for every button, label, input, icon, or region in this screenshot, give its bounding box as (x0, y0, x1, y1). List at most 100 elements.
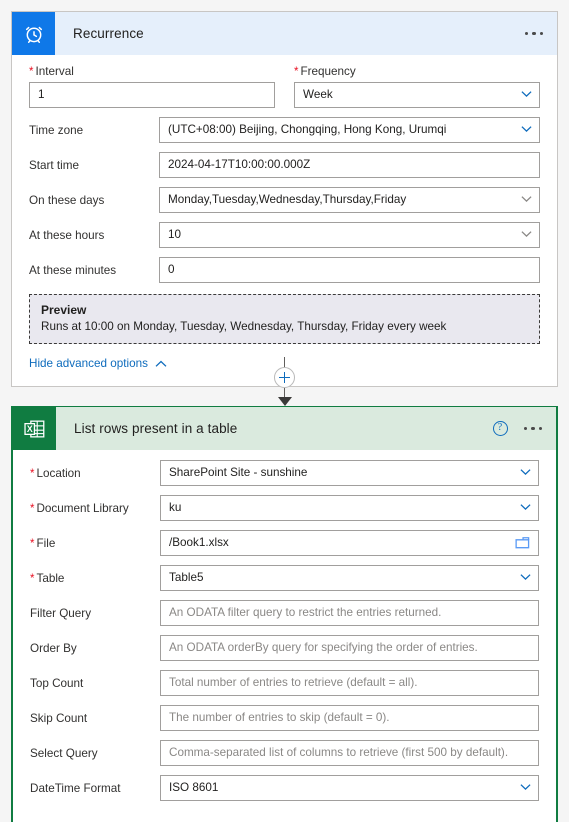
at-these-hours-dropdown[interactable]: 10 (159, 222, 540, 248)
on-these-days-dropdown[interactable]: Monday,Tuesday,Wednesday,Thursday,Friday (159, 187, 540, 213)
order-by-row: Order By An ODATA orderBy query for spec… (30, 635, 539, 661)
chevron-down-icon[interactable] (520, 468, 531, 477)
recurrence-card-title: Recurrence (73, 26, 144, 41)
select-query-input[interactable]: Comma-separated list of columns to retri… (160, 740, 539, 766)
recurrence-preview-box: Preview Runs at 10:00 on Monday, Tuesday… (29, 294, 540, 344)
help-circle-icon[interactable]: ? (492, 421, 508, 436)
table-label: * Table (30, 571, 65, 585)
interval-label: * Interval (29, 65, 74, 78)
interval-value: 1 (38, 88, 45, 101)
interval-field-group: * Interval 1 (29, 65, 275, 108)
plus-icon[interactable] (274, 367, 295, 388)
ellipsis-icon[interactable] (524, 31, 543, 36)
on-these-days-row: On these days Monday,Tuesday,Wednesday,T… (29, 187, 540, 213)
chevron-down-icon[interactable] (521, 195, 532, 204)
preview-title: Preview (41, 303, 87, 317)
time-zone-dropdown[interactable]: (UTC+08:00) Beijing, Chongqing, Hong Kon… (159, 117, 540, 143)
chevron-down-icon[interactable] (520, 783, 531, 792)
connector-line-top (284, 357, 285, 367)
at-these-hours-value: 10 (168, 228, 182, 241)
at-these-hours-row: At these hours 10 (29, 222, 540, 248)
filter-query-input[interactable]: An ODATA filter query to restrict the en… (160, 600, 539, 626)
order-by-input[interactable]: An ODATA orderBy query for specifying th… (160, 635, 539, 661)
at-these-minutes-input[interactable]: 0 (159, 257, 540, 283)
excel-icon: X (13, 407, 56, 450)
filter-query-placeholder: An ODATA filter query to restrict the en… (169, 606, 442, 619)
location-label: * Location (30, 466, 81, 480)
required-asterisk: * (30, 467, 35, 480)
start-time-label: Start time (29, 158, 80, 172)
table-row: * Table Table5 (30, 565, 539, 591)
start-time-value: 2024-04-17T10:00:00.000Z (168, 158, 311, 171)
chevron-down-icon[interactable] (521, 90, 532, 99)
frequency-dropdown[interactable]: Week (294, 82, 540, 108)
order-by-label: Order By (30, 641, 77, 655)
select-query-label: Select Query (30, 746, 98, 760)
required-asterisk: * (30, 572, 35, 585)
location-dropdown[interactable]: SharePoint Site - sunshine (160, 460, 539, 486)
file-row: * File /Book1.xlsx (30, 530, 539, 556)
frequency-label: * Frequency (294, 65, 356, 78)
on-these-days-label: On these days (29, 193, 105, 207)
file-label: * File (30, 536, 56, 550)
chevron-down-icon[interactable] (520, 573, 531, 582)
time-zone-row: Time zone (UTC+08:00) Beijing, Chongqing… (29, 117, 540, 143)
top-count-input[interactable]: Total number of entries to retrieve (def… (160, 670, 539, 696)
datetime-format-label: DateTime Format (30, 781, 121, 795)
required-asterisk: * (30, 537, 35, 550)
table-dropdown[interactable]: Table5 (160, 565, 539, 591)
chevron-down-icon[interactable] (520, 503, 531, 512)
frequency-value: Week (303, 88, 333, 101)
svg-text:X: X (26, 424, 32, 434)
start-time-row: Start time 2024-04-17T10:00:00.000Z (29, 152, 540, 178)
filter-query-row: Filter Query An ODATA filter query to re… (30, 600, 539, 626)
datetime-format-row: DateTime Format ISO 8601 (30, 775, 539, 801)
time-zone-label: Time zone (29, 123, 84, 137)
flow-designer-canvas: Recurrence * Interval 1 * Frequency Week… (0, 0, 569, 822)
document-library-label: * Document Library (30, 501, 129, 515)
location-value: SharePoint Site - sunshine (169, 466, 308, 479)
preview-description: Runs at 10:00 on Monday, Tuesday, Wednes… (41, 320, 447, 333)
location-row: * Location SharePoint Site - sunshine (30, 460, 539, 486)
select-query-row: Select Query Comma-separated list of col… (30, 740, 539, 766)
filter-query-label: Filter Query (30, 606, 92, 620)
excel-card-title: List rows present in a table (74, 421, 238, 436)
skip-count-input[interactable]: The number of entries to skip (default =… (160, 705, 539, 731)
chevron-down-icon[interactable] (521, 230, 532, 239)
document-library-value: ku (169, 501, 182, 514)
required-asterisk: * (30, 502, 35, 515)
skip-count-placeholder: The number of entries to skip (default =… (169, 711, 390, 724)
required-asterisk: * (294, 66, 299, 78)
list-rows-action-card[interactable]: X List rows present in a table ? * Locati… (11, 406, 558, 822)
alarm-clock-icon (12, 12, 55, 55)
interval-input[interactable]: 1 (29, 82, 275, 108)
recurrence-card-body: * Interval 1 * Frequency Week Time zone … (12, 55, 557, 386)
at-these-hours-label: At these hours (29, 228, 105, 242)
top-count-label: Top Count (30, 676, 84, 690)
frequency-field-group: * Frequency Week (294, 65, 540, 108)
skip-count-row: Skip Count The number of entries to skip… (30, 705, 539, 731)
file-input[interactable]: /Book1.xlsx (160, 530, 539, 556)
top-count-placeholder: Total number of entries to retrieve (def… (169, 676, 418, 689)
top-count-row: Top Count Total number of entries to ret… (30, 670, 539, 696)
recurrence-header-actions (524, 12, 543, 55)
document-library-dropdown[interactable]: ku (160, 495, 539, 521)
flow-connector (0, 357, 569, 406)
start-time-input[interactable]: 2024-04-17T10:00:00.000Z (159, 152, 540, 178)
ellipsis-icon[interactable] (523, 426, 542, 431)
folder-picker-icon[interactable] (515, 536, 530, 550)
recurrence-card-header[interactable]: Recurrence (12, 12, 557, 55)
at-these-minutes-value: 0 (168, 263, 175, 276)
excel-header-actions: ? (492, 407, 542, 450)
interval-frequency-row: * Interval 1 * Frequency Week (29, 65, 540, 108)
select-query-placeholder: Comma-separated list of columns to retri… (169, 746, 509, 759)
excel-card-header[interactable]: X List rows present in a table ? (13, 407, 556, 450)
chevron-down-icon[interactable] (521, 125, 532, 134)
excel-card-body: * Location SharePoint Site - sunshine * Do… (13, 450, 556, 822)
arrow-down-icon (277, 397, 292, 406)
table-value: Table5 (169, 571, 204, 584)
time-zone-value: (UTC+08:00) Beijing, Chongqing, Hong Kon… (168, 123, 447, 136)
skip-count-label: Skip Count (30, 711, 88, 725)
recurrence-action-card[interactable]: Recurrence * Interval 1 * Frequency Week… (11, 11, 558, 387)
datetime-format-dropdown[interactable]: ISO 8601 (160, 775, 539, 801)
